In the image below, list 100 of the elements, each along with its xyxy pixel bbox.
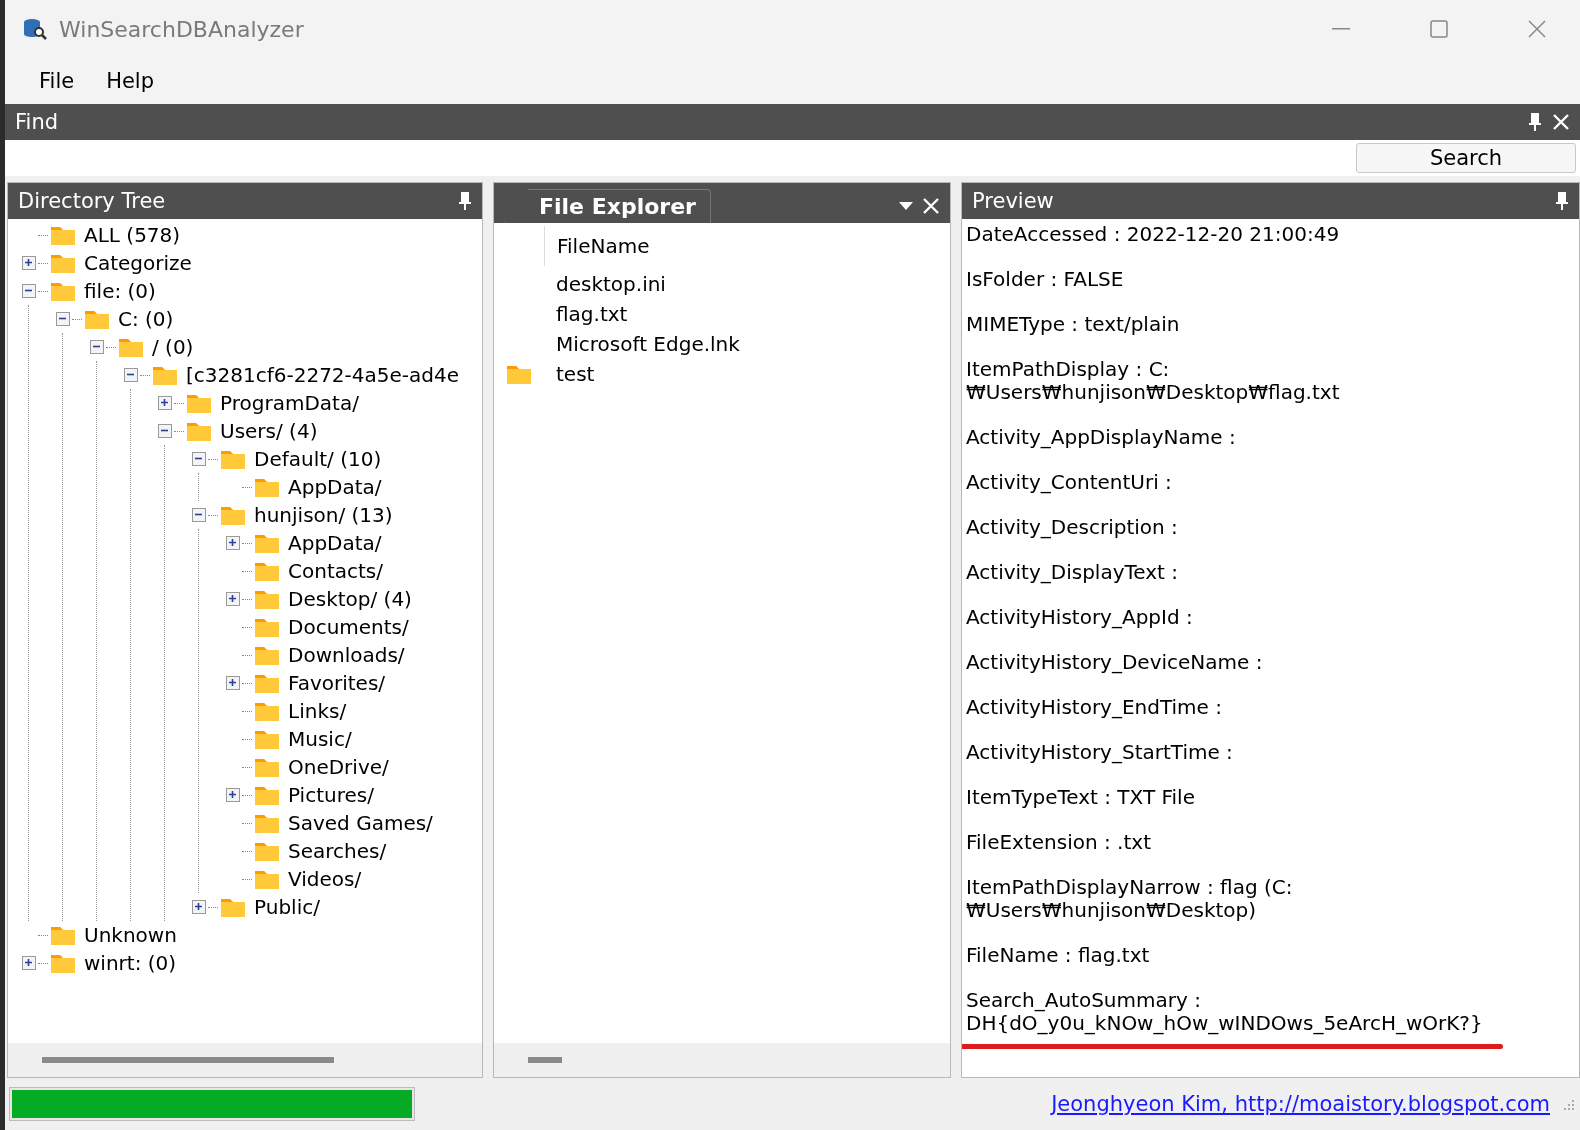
folder-icon [186, 420, 212, 442]
folder-icon [220, 896, 246, 918]
column-header[interactable]: FileName [544, 226, 662, 266]
expand-icon[interactable] [158, 396, 172, 410]
tree-item[interactable]: Public/ [254, 895, 320, 919]
property-text: Activity_DisplayText : [966, 560, 1179, 584]
folder-icon [506, 363, 532, 385]
folder-icon [254, 560, 280, 582]
tree-item[interactable]: AppData/ [288, 531, 382, 555]
property-text: ActivityHistory_DeviceName : [966, 650, 1263, 674]
pin-icon[interactable] [458, 191, 472, 211]
pin-icon[interactable] [1555, 191, 1569, 211]
tree-item[interactable]: Music/ [288, 727, 352, 751]
file-name[interactable]: test [556, 362, 595, 386]
tree-item[interactable]: AppData/ [288, 475, 382, 499]
tree-item[interactable]: [c3281cf6-2272-4a5e-ad4e [186, 363, 459, 387]
tree-item[interactable]: Contacts/ [288, 559, 383, 583]
horizontal-scrollbar[interactable] [494, 1043, 950, 1077]
tree-item[interactable]: hunjison/ (13) [254, 503, 393, 527]
author-link[interactable]: Jeonghyeon Kim, http://moaistory.blogspot.com [1051, 1092, 1550, 1116]
tree-item[interactable]: winrt: (0) [84, 951, 177, 975]
property-text: ActivityHistory_StartTime : [966, 740, 1233, 764]
tree-item[interactable]: OneDrive/ [288, 755, 389, 779]
horizontal-scrollbar[interactable] [8, 1043, 482, 1077]
collapse-icon[interactable] [192, 508, 206, 522]
folder-icon [118, 336, 144, 358]
collapse-icon[interactable] [56, 312, 70, 326]
file-name[interactable]: Microsoft Edge.lnk [556, 332, 740, 356]
expand-icon[interactable] [226, 788, 240, 802]
panel-title: Directory Tree [18, 189, 167, 213]
tree-item[interactable]: file: (0) [84, 279, 156, 303]
collapse-icon[interactable] [90, 340, 104, 354]
folder-icon [254, 476, 280, 498]
file-name[interactable]: desktop.ini [556, 272, 666, 296]
menu-item[interactable]: Help [92, 65, 169, 97]
search-button[interactable]: Search [1356, 143, 1576, 173]
menu-item[interactable]: File [25, 65, 89, 97]
folder-icon [254, 672, 280, 694]
expand-icon[interactable] [22, 956, 36, 970]
dropdown-icon[interactable] [898, 201, 914, 211]
expand-icon[interactable] [226, 536, 240, 550]
panel-title: Find [15, 110, 60, 134]
tree-item[interactable]: Default/ (10) [254, 447, 382, 471]
tree-item[interactable]: Saved Games/ [288, 811, 433, 835]
tree-item[interactable]: Unknown [84, 923, 177, 947]
folder-icon [254, 616, 280, 638]
property-text: Search_AutoSummary : DH{dO_y0u_kNOw_hOw_wINDOws_5eArcH_wOrK?} [966, 988, 1483, 1035]
collapse-icon[interactable] [22, 284, 36, 298]
tree-item[interactable]: Searches/ [288, 839, 387, 863]
property-text: Activity_AppDisplayName : [966, 425, 1236, 449]
pin-icon[interactable] [1528, 112, 1542, 132]
folder-icon [50, 252, 76, 274]
folder-icon [152, 364, 178, 386]
property-text: FileName : flag.txt [966, 943, 1150, 967]
panel-title: Preview [972, 189, 1055, 213]
tree-item[interactable]: Favorites/ [288, 671, 386, 695]
property-text: Activity_ContentUri : [966, 470, 1172, 494]
folder-icon [220, 448, 246, 470]
expand-icon[interactable] [226, 592, 240, 606]
folder-icon [50, 280, 76, 302]
property-text: MIMEType : text/plain [966, 312, 1180, 336]
folder-icon [220, 504, 246, 526]
tree-item[interactable]: Downloads/ [288, 643, 405, 667]
tree-item[interactable]: Documents/ [288, 615, 409, 639]
tree-item[interactable]: Links/ [288, 699, 347, 723]
property-text: DateAccessed : 2022-12-20 21:00:49 [966, 222, 1340, 246]
tree-item[interactable]: Desktop/ (4) [288, 587, 412, 611]
tree-item[interactable]: Videos/ [288, 867, 362, 891]
folder-icon [254, 728, 280, 750]
folder-icon [254, 812, 280, 834]
collapse-icon[interactable] [124, 368, 138, 382]
tree-item[interactable]: Pictures/ [288, 783, 374, 807]
folder-icon [50, 952, 76, 974]
folder-icon [254, 532, 280, 554]
folder-icon [254, 784, 280, 806]
file-explorer-tab[interactable]: File Explorer [504, 189, 711, 223]
maximize-icon[interactable] [1430, 20, 1448, 38]
tree-item[interactable]: Categorize [84, 251, 192, 275]
property-text: Activity_Description : [966, 515, 1178, 539]
expand-icon[interactable] [22, 256, 36, 270]
tree-item[interactable]: ALL (578) [84, 223, 181, 247]
property-text: ItemPathDisplay : C:₩Users₩hunjison₩Desktop₩flag.txt [966, 357, 1340, 404]
expand-icon[interactable] [226, 676, 240, 690]
tree-item[interactable]: Users/ (4) [220, 419, 318, 443]
folder-icon [186, 392, 212, 414]
property-text: ItemPathDisplayNarrow : flag (C:₩Users₩hunjison₩Desktop) [966, 875, 1293, 922]
property-text: ActivityHistory_AppId : [966, 605, 1193, 629]
collapse-icon[interactable] [192, 452, 206, 466]
tree-item[interactable]: ProgramData/ [220, 391, 359, 415]
property-text: ActivityHistory_EndTime : [966, 695, 1222, 719]
file-name[interactable]: flag.txt [556, 302, 628, 326]
folder-icon [254, 840, 280, 862]
window-title: WinSearchDBAnalyzer [59, 16, 305, 42]
folder-icon [84, 308, 110, 330]
folder-icon [254, 644, 280, 666]
collapse-icon[interactable] [158, 424, 172, 438]
tree-item[interactable]: C: (0) [118, 307, 174, 331]
folder-icon [254, 756, 280, 778]
tree-item[interactable]: / (0) [152, 335, 194, 359]
expand-icon[interactable] [192, 900, 206, 914]
